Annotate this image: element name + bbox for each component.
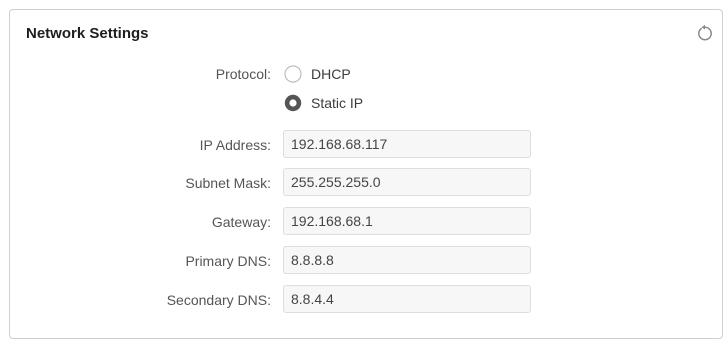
radio-unchecked-icon: [284, 65, 302, 83]
radio-dhcp-label[interactable]: DHCP: [311, 66, 351, 82]
subnet-mask-input[interactable]: [283, 168, 531, 196]
primary-dns-label: Primary DNS:: [185, 253, 271, 269]
reset-icon: [698, 24, 712, 41]
secondary-dns-label: Secondary DNS:: [166, 292, 271, 308]
reset-button[interactable]: [695, 23, 715, 43]
radio-checked-icon: [284, 94, 302, 112]
ip-address-input[interactable]: [283, 130, 531, 158]
gateway-label: Gateway:: [211, 214, 271, 230]
protocol-label: Protocol:: [215, 66, 271, 82]
panel-title: Network Settings: [26, 25, 149, 42]
subnet-mask-label: Subnet Mask:: [185, 175, 271, 191]
radio-static-ip[interactable]: [284, 94, 302, 112]
network-settings-panel: Network Settings Protocol: DHCP Static I…: [9, 9, 723, 339]
gateway-input[interactable]: [283, 207, 531, 235]
primary-dns-input[interactable]: [283, 246, 531, 274]
ip-address-label: IP Address:: [199, 137, 271, 153]
radio-static-ip-label[interactable]: Static IP: [311, 95, 363, 111]
secondary-dns-input[interactable]: [283, 285, 531, 313]
radio-dhcp[interactable]: [284, 65, 302, 83]
